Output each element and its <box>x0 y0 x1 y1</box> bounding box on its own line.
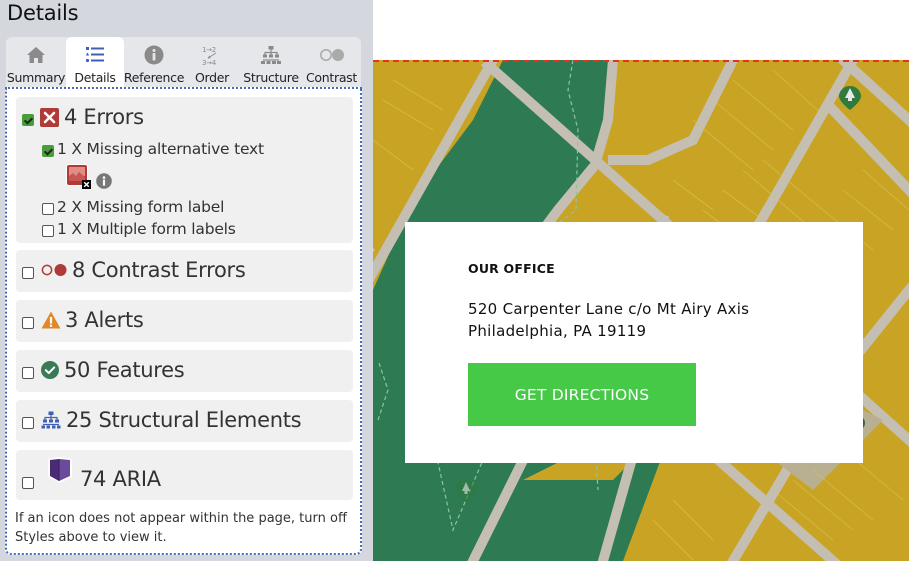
alerts-label: 3 Alerts <box>65 308 144 332</box>
contrast-error-icon <box>41 263 68 277</box>
errors-group: 4 Errors 1 X Missing alternative text 2 … <box>16 97 353 243</box>
wave-sidebar-panel: Details Summary Details Reference 1→2 3→… <box>0 0 373 561</box>
features-header: 50 Features <box>22 358 185 382</box>
error-item-multiple-labels: 1 X Multiple form labels <box>42 220 236 238</box>
office-heading: OUR OFFICE <box>468 261 555 276</box>
footer-note: If an icon does not appear within the pa… <box>15 511 347 545</box>
tab-reference[interactable]: Reference <box>124 37 184 87</box>
error-info-icon[interactable] <box>96 173 112 189</box>
errors-checkbox[interactable] <box>22 114 34 126</box>
svg-text:1→2: 1→2 <box>202 46 216 54</box>
tab-details[interactable]: Details <box>66 37 124 87</box>
contrast-errors-label: 8 Contrast Errors <box>72 258 246 282</box>
alert-triangle-icon <box>41 311 61 329</box>
structure-checkbox[interactable] <box>22 417 34 429</box>
tab-summary[interactable]: Summary <box>6 37 66 87</box>
aria-label: 74 ARIA <box>80 467 161 491</box>
tab-structure[interactable]: Structure <box>240 37 302 87</box>
hierarchy-icon <box>260 43 282 67</box>
contrast-errors-checkbox[interactable] <box>22 267 34 279</box>
home-icon <box>26 43 46 67</box>
svg-text:3→4: 3→4 <box>202 59 217 66</box>
aria-group: 74 ARIA <box>16 450 353 500</box>
features-checkbox[interactable] <box>22 367 34 379</box>
error-item-missing-alt: 1 X Missing alternative text <box>42 140 264 158</box>
page-preview: OUR OFFICE 520 Carpenter Lane c/o Mt Air… <box>373 0 909 561</box>
order-icon: 1→2 3→4 <box>201 43 223 67</box>
contrast-errors-group: 8 Contrast Errors <box>16 250 353 292</box>
alerts-checkbox[interactable] <box>22 317 34 329</box>
missing-alt-checkbox[interactable] <box>42 144 54 157</box>
structure-header: 25 Structural Elements <box>22 408 302 432</box>
details-content: 4 Errors 1 X Missing alternative text 2 … <box>5 87 362 555</box>
tab-reference-label: Reference <box>123 70 185 85</box>
address-line-2: Philadelphia, PA 19119 <box>468 322 647 340</box>
tab-contrast-label: Contrast <box>305 70 357 85</box>
panel-title: Details <box>7 1 79 25</box>
tab-contrast[interactable]: Contrast <box>302 37 361 87</box>
tab-summary-label: Summary <box>6 70 66 85</box>
check-circle-icon <box>41 361 59 379</box>
missing-label-label: 2 X Missing form label <box>57 198 225 216</box>
aria-checkbox[interactable] <box>22 477 34 489</box>
missing-alt-label: 1 X Missing alternative text <box>57 140 264 158</box>
list-icon <box>85 43 105 67</box>
features-group: 50 Features <box>16 350 353 392</box>
structure-icon <box>41 411 61 429</box>
tab-order[interactable]: 1→2 3→4 Order <box>184 37 240 87</box>
errors-header: 4 Errors <box>22 105 144 129</box>
contrast-icon <box>319 43 345 67</box>
alerts-group: 3 Alerts <box>16 300 353 342</box>
multiple-labels-checkbox[interactable] <box>42 224 54 237</box>
get-directions-button[interactable]: GET DIRECTIONS <box>468 363 696 426</box>
map-focus-outline <box>373 60 909 62</box>
error-item-missing-label: 2 X Missing form label <box>42 198 224 216</box>
features-label: 50 Features <box>64 358 185 382</box>
structure-label: 25 Structural Elements <box>66 408 302 432</box>
multiple-labels-label: 1 X Multiple form labels <box>57 220 236 238</box>
errors-label: 4 Errors <box>64 105 144 129</box>
tab-order-label: Order <box>194 70 230 85</box>
aria-cube-icon <box>46 456 74 484</box>
alerts-header: 3 Alerts <box>22 308 144 332</box>
structure-group: 25 Structural Elements <box>16 400 353 442</box>
address-line-1: 520 Carpenter Lane c/o Mt Airy Axis <box>468 300 750 318</box>
missing-label-checkbox[interactable] <box>42 202 54 215</box>
tab-bar: Summary Details Reference 1→2 3→4 Order … <box>6 37 361 87</box>
info-icon <box>144 43 164 67</box>
missing-alt-image-icon[interactable] <box>65 163 93 189</box>
tab-structure-label: Structure <box>243 70 299 85</box>
office-card: OUR OFFICE 520 Carpenter Lane c/o Mt Air… <box>405 222 863 463</box>
error-instance-row <box>65 163 112 189</box>
contrast-errors-header: 8 Contrast Errors <box>22 258 246 282</box>
office-address: 520 Carpenter Lane c/o Mt Airy Axis Phil… <box>468 298 749 342</box>
tab-details-label: Details <box>74 70 116 85</box>
error-x-icon <box>40 107 59 127</box>
